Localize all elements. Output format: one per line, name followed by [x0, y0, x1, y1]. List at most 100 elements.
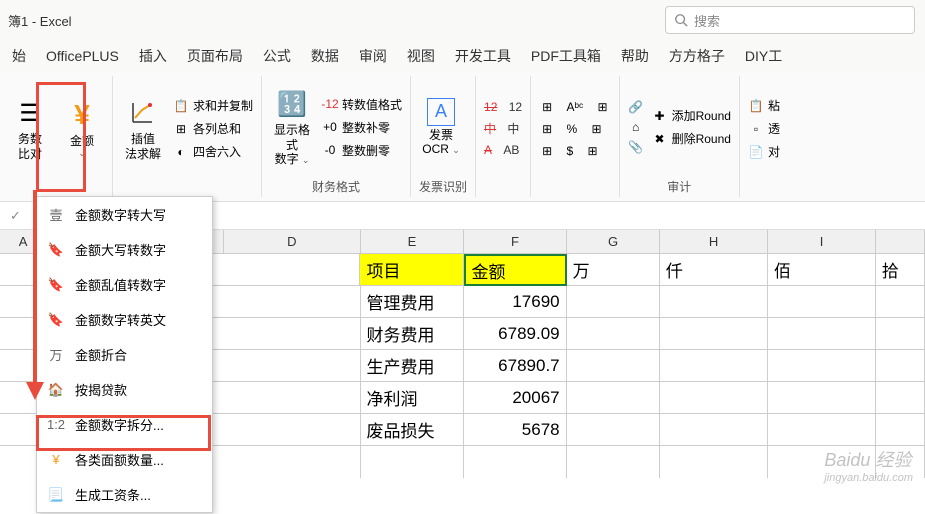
col-header-D[interactable]: D — [224, 230, 361, 254]
circle-icon: ◐ — [173, 144, 189, 160]
grid-percent-button[interactable]: ⊞ % ⊞ — [539, 121, 610, 137]
ribbon-group-invoice: A 发票OCR ⌄ 发票识别 — [411, 76, 476, 197]
grid-icon: ⊞ — [584, 143, 600, 159]
cell-value[interactable]: 20067 — [464, 382, 567, 414]
cell-value[interactable]: 17690 — [464, 286, 567, 318]
cell-name[interactable]: 生产费用 — [361, 350, 464, 382]
invoice-ocr-button[interactable]: A 发票OCR ⌄ — [419, 78, 463, 176]
grid-icon: ⊞ — [539, 99, 555, 115]
amount-dropdown-button[interactable]: ¥ 金额 ⌄ — [60, 78, 104, 179]
transparent-button[interactable]: ▫透 — [748, 120, 780, 137]
plus-zero-icon: +0 — [322, 119, 338, 135]
menu-item-uppercase-to-num[interactable]: 🔖金额大写转数字 — [37, 232, 212, 267]
tab-formula[interactable]: 公式 — [263, 46, 291, 66]
search-box[interactable]: 搜索 — [665, 6, 915, 34]
menu-item-messy-to-num[interactable]: 🔖金额乱值转数字 — [37, 267, 212, 302]
tab-dev-tools[interactable]: 开发工具 — [455, 46, 511, 66]
cell-value[interactable]: 5678 — [464, 414, 567, 446]
ribbon-toolbar: ☰ 务数比对 ¥ 金额 ⌄ 插值法求解 📋求和并复制 ⊞各列总和 ◐四舍六入 — [0, 72, 925, 202]
column-sum-button[interactable]: ⊞各列总和 — [173, 120, 253, 137]
yen-icon: ¥ — [47, 451, 65, 469]
strike-cn-button[interactable]: 中 中 — [484, 120, 522, 137]
tab-help[interactable]: 帮助 — [621, 46, 649, 66]
interpolation-button[interactable]: 插值法求解 — [121, 78, 165, 179]
bookmark-icon: 🔖 — [47, 311, 65, 329]
col-header-H[interactable]: H — [660, 230, 768, 254]
chevron-down-icon: ⌄ — [78, 148, 86, 159]
bookmark-icon: 🔖 — [47, 276, 65, 294]
tab-start[interactable]: 始 — [12, 46, 26, 66]
yi-icon: 壹 — [47, 206, 65, 224]
menu-item-denomination[interactable]: ¥各类面额数量... — [37, 442, 212, 477]
col-header-J[interactable] — [876, 230, 925, 254]
cell-value[interactable]: 67890.7 — [464, 350, 567, 382]
round-button[interactable]: ◐四舍六入 — [173, 143, 253, 160]
link-button-1[interactable]: 🔗 — [628, 99, 644, 115]
cell-name[interactable]: 管理费用 — [361, 286, 464, 318]
col-header-I[interactable]: I — [768, 230, 876, 254]
menu-item-split-amount[interactable]: 1:2金额数字拆分... — [37, 407, 212, 442]
ribbon-group-audit: 🔗 ⌂ 📎 ✚添加Round ✖删除Round 审计 — [620, 76, 740, 197]
ribbon-group-8: 📋粘 ▫透 📄对 — [740, 76, 788, 197]
menu-item-convert[interactable]: 万金额折合 — [37, 337, 212, 372]
link-button-3[interactable]: 📎 — [628, 139, 644, 155]
to-number-format-button[interactable]: -12转数值格式 — [322, 96, 402, 113]
tab-page-layout[interactable]: 页面布局 — [187, 46, 243, 66]
tab-fangfang[interactable]: 方方格子 — [669, 46, 725, 66]
strike-12-button[interactable]: 12 12 — [484, 100, 522, 114]
minus-twelve-icon: -12 — [322, 96, 338, 112]
header-wan[interactable]: 万 — [567, 254, 660, 286]
amount-dropdown-menu: 壹金额数字转大写 🔖金额大写转数字 🔖金额乱值转数字 🔖金额数字转英文 万金额折… — [36, 196, 213, 513]
formula-check-icon[interactable]: ✓ — [0, 208, 31, 224]
ribbon-group-2: 插值法求解 📋求和并复制 ⊞各列总和 ◐四舍六入 — [113, 76, 262, 197]
add-round-button[interactable]: ✚添加Round — [652, 107, 731, 124]
integer-pad-zero-button[interactable]: +0整数补零 — [322, 119, 402, 136]
tab-officeplus[interactable]: OfficePLUS — [46, 48, 119, 64]
integer-remove-zero-button[interactable]: -0整数删零 — [322, 142, 402, 159]
grid-abc-button[interactable]: ⊞ Aᵇᶜ ⊞ — [539, 99, 610, 115]
header-shi[interactable]: 拾 — [876, 254, 925, 286]
ribbon-group-5: 12 12 中 中 A AB — [476, 76, 531, 197]
header-bai[interactable]: 佰 — [768, 254, 876, 286]
group-label-invoice: 发票识别 — [419, 178, 467, 195]
compare-button-2[interactable]: 📄对 — [748, 143, 780, 160]
display-format-button[interactable]: 🔢 显示格式数字 ⌄ — [270, 78, 314, 176]
col-header-E[interactable]: E — [361, 230, 464, 254]
sheet-icon: 📃 — [47, 486, 65, 504]
compare-button[interactable]: ☰ 务数比对 — [8, 78, 52, 179]
cell-value[interactable]: 6789.09 — [464, 318, 567, 350]
cell-name[interactable]: 净利润 — [361, 382, 464, 414]
header-project[interactable]: 项目 — [360, 254, 463, 286]
delete-round-button[interactable]: ✖删除Round — [652, 130, 731, 147]
header-amount[interactable]: 金额 — [464, 254, 567, 286]
strike-a-button[interactable]: A AB — [484, 143, 522, 157]
tab-pdf-toolbox[interactable]: PDF工具箱 — [531, 46, 601, 66]
group-label-finance: 财务格式 — [270, 178, 402, 195]
link-button-2[interactable]: ⌂ — [628, 119, 644, 135]
chart-icon — [126, 96, 160, 130]
cell-name[interactable]: 财务费用 — [361, 318, 464, 350]
tab-data[interactable]: 数据 — [311, 46, 339, 66]
cell-name[interactable]: 废品损失 — [361, 414, 464, 446]
header-qian[interactable]: 仟 — [660, 254, 768, 286]
tab-diy[interactable]: DIY工 — [745, 46, 782, 66]
sum-copy-button[interactable]: 📋求和并复制 — [173, 97, 253, 114]
grid-icon: ⊞ — [595, 99, 611, 115]
menu-item-mortgage[interactable]: 🏠按揭贷款 — [37, 372, 212, 407]
ribbon-tabs: 始 OfficePLUS 插入 页面布局 公式 数据 审阅 视图 开发工具 PD… — [0, 40, 925, 72]
tab-review[interactable]: 审阅 — [359, 46, 387, 66]
menu-item-salary-slip[interactable]: 📃生成工资条... — [37, 477, 212, 512]
col-header-F[interactable]: F — [464, 230, 567, 254]
grid-dollar-button[interactable]: ⊞ $ ⊞ — [539, 143, 610, 159]
home-icon: ⌂ — [628, 119, 644, 135]
paste-button[interactable]: 📋粘 — [748, 97, 780, 114]
grid-icon: ⊞ — [539, 143, 555, 159]
ribbon-group-6: ⊞ Aᵇᶜ ⊞ ⊞ % ⊞ ⊞ $ ⊞ — [531, 76, 619, 197]
tab-insert[interactable]: 插入 — [139, 46, 167, 66]
search-placeholder: 搜索 — [694, 11, 720, 30]
menu-item-to-uppercase[interactable]: 壹金额数字转大写 — [37, 197, 212, 232]
menu-item-num-to-english[interactable]: 🔖金额数字转英文 — [37, 302, 212, 337]
col-header-G[interactable]: G — [567, 230, 660, 254]
tab-view[interactable]: 视图 — [407, 46, 435, 66]
minus-zero-icon: -0 — [322, 142, 338, 158]
